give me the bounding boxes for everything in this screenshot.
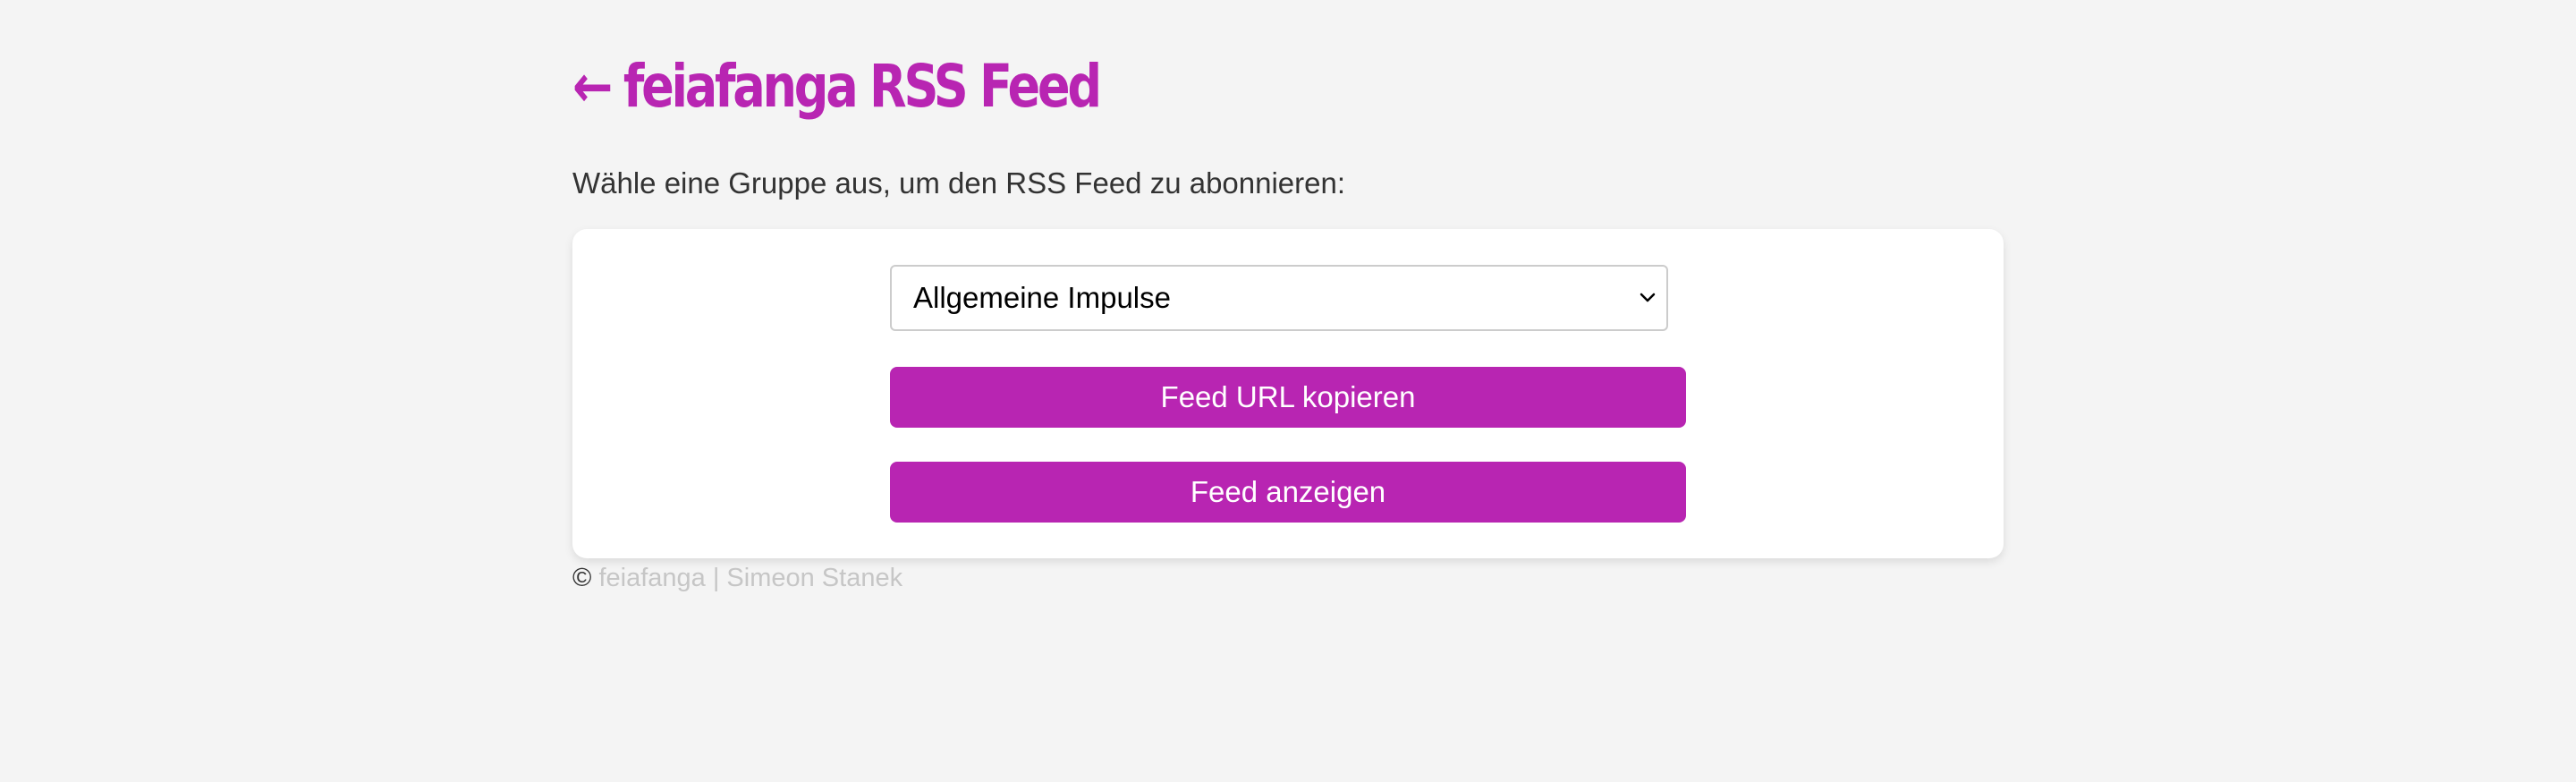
show-feed-button[interactable]: Feed anzeigen — [890, 462, 1686, 523]
page-title-text: feiafanga RSS Feed — [623, 52, 1102, 121]
group-select[interactable]: Allgemeine Impulse — [890, 265, 1668, 331]
copy-feed-url-button[interactable]: Feed URL kopieren — [890, 367, 1686, 428]
group-select-value: Allgemeine Impulse — [913, 281, 1171, 314]
footer: © feiafanga | Simeon Stanek — [572, 558, 902, 598]
feed-card: Allgemeine Impulse Feed URL kopieren Fee… — [572, 229, 2004, 558]
copyright-symbol: © — [572, 564, 592, 592]
page-title: ← feiafanga RSS Feed — [572, 47, 1102, 127]
intro-text: Wähle eine Gruppe aus, um den RSS Feed z… — [572, 166, 1346, 200]
back-arrow-icon[interactable]: ← — [572, 47, 613, 127]
chevron-down-icon — [1640, 293, 1656, 302]
footer-author-link[interactable]: feiafanga | Simeon Stanek — [598, 564, 902, 592]
